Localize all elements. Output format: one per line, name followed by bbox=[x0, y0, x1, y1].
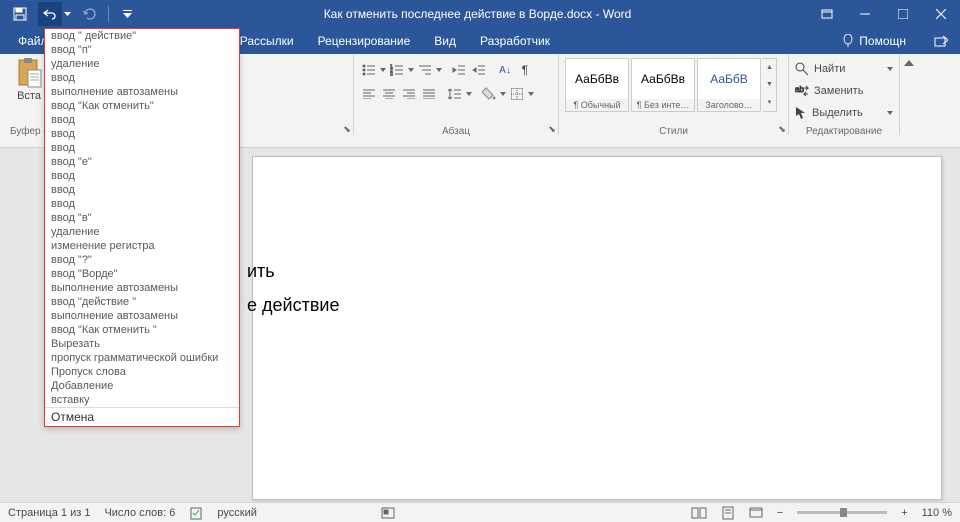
undo-item[interactable]: Добавление bbox=[45, 379, 239, 393]
svg-text:ab: ab bbox=[795, 85, 804, 94]
undo-cancel-row[interactable]: Отмена bbox=[45, 407, 239, 426]
undo-item[interactable]: ввод bbox=[45, 113, 239, 127]
undo-item[interactable]: пропуск грамматической ошибки bbox=[45, 351, 239, 365]
qat-customize-button[interactable] bbox=[115, 2, 139, 26]
tab-developer[interactable]: Разработчик bbox=[468, 28, 562, 54]
style-heading[interactable]: АаБбВ Заголово… bbox=[697, 58, 761, 112]
undo-item[interactable]: Вырезать bbox=[45, 337, 239, 351]
ribbon-collapse[interactable] bbox=[899, 54, 917, 135]
align-justify-icon[interactable] bbox=[420, 85, 438, 103]
close-button[interactable] bbox=[922, 0, 960, 28]
undo-item[interactable]: удаление bbox=[45, 57, 239, 71]
paragraph-group: 123 A↓ ¶ Абзац ⬊ bbox=[354, 54, 559, 135]
undo-item[interactable]: ввод bbox=[45, 127, 239, 141]
tell-me[interactable]: Помощн bbox=[826, 28, 922, 54]
replace-button[interactable]: ab Заменить bbox=[795, 80, 893, 102]
status-bar: Страница 1 из 1 Число слов: 6 русский − … bbox=[0, 502, 960, 522]
undo-item[interactable]: ввод bbox=[45, 197, 239, 211]
editing-group: Найти ab Заменить Выделить Редактировани… bbox=[789, 54, 899, 135]
style-normal[interactable]: АаБбВв ¶ Обычный bbox=[565, 58, 629, 112]
text-line-2: е действие bbox=[247, 295, 339, 316]
text-line-1: ить bbox=[247, 261, 275, 282]
quick-access-toolbar bbox=[0, 2, 147, 26]
line-spacing-icon[interactable] bbox=[446, 85, 464, 103]
multilevel-icon[interactable] bbox=[416, 61, 434, 79]
undo-button[interactable] bbox=[38, 2, 62, 26]
paragraph-label: Абзац bbox=[354, 126, 558, 137]
indent-inc-icon[interactable] bbox=[470, 61, 488, 79]
borders-icon[interactable] bbox=[508, 85, 526, 103]
undo-item[interactable]: ввод " действие" bbox=[45, 29, 239, 43]
undo-item[interactable]: ввод "Как отменить" bbox=[45, 99, 239, 113]
undo-item[interactable]: ввод bbox=[45, 141, 239, 155]
zoom-value[interactable]: 110 % bbox=[922, 507, 952, 519]
styles-scroll[interactable]: ▲▼▾ bbox=[763, 58, 777, 112]
undo-item[interactable]: вставку bbox=[45, 393, 239, 407]
macro-icon[interactable] bbox=[381, 507, 395, 519]
select-button[interactable]: Выделить bbox=[795, 102, 893, 124]
undo-item[interactable]: ввод "Ворде" bbox=[45, 267, 239, 281]
undo-item[interactable]: удаление bbox=[45, 225, 239, 239]
undo-item[interactable]: ввод "в" bbox=[45, 211, 239, 225]
undo-item[interactable]: ввод bbox=[45, 169, 239, 183]
styles-group: АаБбВв ¶ Обычный АаБбВв ¶ Без инте… АаБб… bbox=[559, 54, 789, 135]
proofing-icon[interactable] bbox=[189, 506, 203, 520]
view-print-icon[interactable] bbox=[721, 506, 735, 520]
undo-history-popup: ввод " действие"ввод "п"удалениевводвыпо… bbox=[44, 28, 240, 427]
window-title: Как отменить последнее действие в Ворде.… bbox=[147, 7, 808, 21]
undo-item[interactable]: выполнение автозамены bbox=[45, 309, 239, 323]
undo-item[interactable]: ввод bbox=[45, 183, 239, 197]
undo-item[interactable]: ввод bbox=[45, 71, 239, 85]
undo-dropdown-button[interactable] bbox=[62, 2, 72, 26]
align-left-icon[interactable] bbox=[360, 85, 378, 103]
tab-review[interactable]: Рецензирование bbox=[306, 28, 423, 54]
undo-item[interactable]: ввод "п" bbox=[45, 43, 239, 57]
undo-item[interactable]: Пропуск слова bbox=[45, 365, 239, 379]
undo-item[interactable]: ввод "Как отменить " bbox=[45, 323, 239, 337]
language[interactable]: русский bbox=[217, 507, 256, 519]
style-nospacing[interactable]: АаБбВв ¶ Без инте… bbox=[631, 58, 695, 112]
align-center-icon[interactable] bbox=[380, 85, 398, 103]
ribbon-display-button[interactable] bbox=[808, 0, 846, 28]
title-bar: Как отменить последнее действие в Ворде.… bbox=[0, 0, 960, 28]
tab-view[interactable]: Вид bbox=[422, 28, 468, 54]
undo-item[interactable]: ввод "действие " bbox=[45, 295, 239, 309]
undo-item[interactable]: выполнение автозамены bbox=[45, 85, 239, 99]
sort-icon[interactable]: A↓ bbox=[496, 61, 514, 79]
paragraph-launcher[interactable]: ⬊ bbox=[546, 123, 558, 135]
undo-item[interactable]: изменение регистра bbox=[45, 239, 239, 253]
undo-history-list[interactable]: ввод " действие"ввод "п"удалениевводвыпо… bbox=[45, 29, 239, 407]
font-launcher[interactable]: ⬊ bbox=[341, 123, 353, 135]
find-button[interactable]: Найти bbox=[795, 58, 893, 80]
save-button[interactable] bbox=[8, 2, 32, 26]
view-web-icon[interactable] bbox=[749, 507, 763, 519]
styles-launcher[interactable]: ⬊ bbox=[776, 123, 788, 135]
bullets-icon[interactable] bbox=[360, 61, 378, 79]
zoom-out[interactable]: − bbox=[777, 507, 783, 519]
numbering-icon[interactable]: 123 bbox=[388, 61, 406, 79]
svg-text:3: 3 bbox=[390, 72, 393, 76]
qat-separator bbox=[108, 6, 109, 22]
zoom-slider[interactable] bbox=[797, 511, 887, 514]
word-count[interactable]: Число слов: 6 bbox=[104, 507, 175, 519]
undo-item[interactable]: ввод "?" bbox=[45, 253, 239, 267]
page-count[interactable]: Страница 1 из 1 bbox=[8, 507, 90, 519]
share-button[interactable] bbox=[922, 28, 960, 54]
zoom-in[interactable]: + bbox=[901, 507, 907, 519]
pilcrow-icon[interactable]: ¶ bbox=[516, 61, 534, 79]
styles-label: Стили bbox=[559, 126, 788, 137]
undo-item[interactable]: выполнение автозамены bbox=[45, 281, 239, 295]
window-controls bbox=[808, 0, 960, 28]
redo-button[interactable] bbox=[78, 2, 102, 26]
shading-icon[interactable] bbox=[480, 85, 498, 103]
editing-label: Редактирование bbox=[789, 126, 899, 137]
maximize-button[interactable] bbox=[884, 0, 922, 28]
align-right-icon[interactable] bbox=[400, 85, 418, 103]
indent-dec-icon[interactable] bbox=[450, 61, 468, 79]
view-read-icon[interactable] bbox=[691, 507, 707, 519]
page[interactable]: ить е действие bbox=[252, 156, 942, 500]
undo-item[interactable]: ввод "е" bbox=[45, 155, 239, 169]
minimize-button[interactable] bbox=[846, 0, 884, 28]
